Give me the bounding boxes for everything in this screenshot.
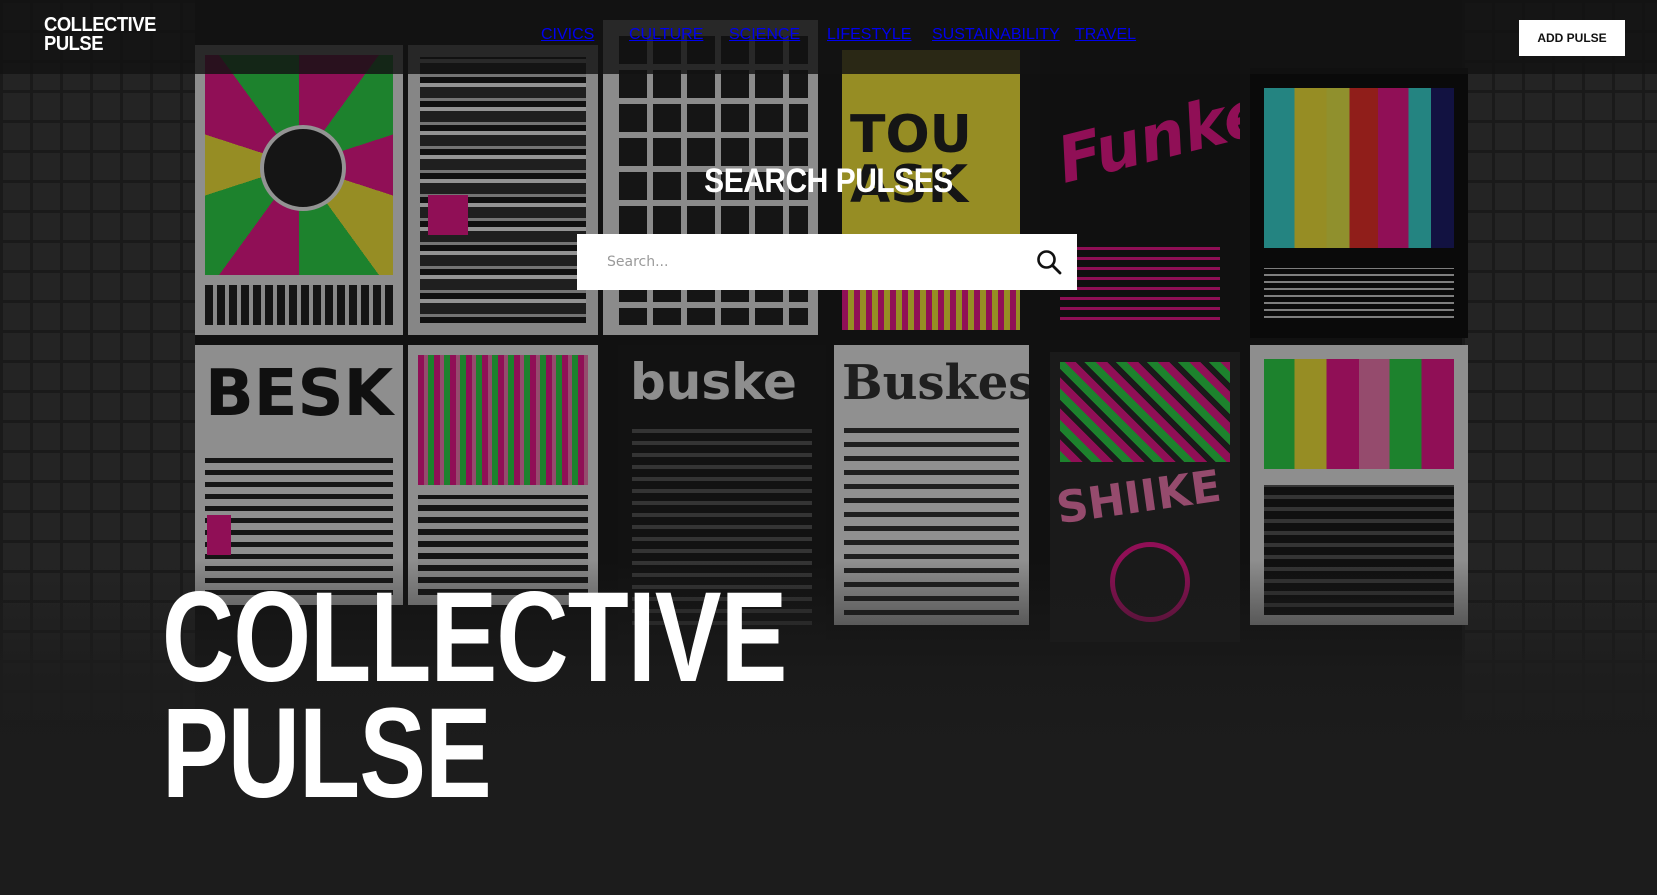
top-nav-bar: COLLECTIVE PULSE CIVICS CULTURE SCIENCE …	[0, 0, 1657, 74]
search-bar	[577, 234, 1077, 290]
hero-title-line-1: COLLECTIVE	[162, 566, 787, 709]
nav-civics[interactable]: CIVICS	[541, 26, 594, 44]
add-pulse-button[interactable]: ADD PULSE	[1519, 20, 1625, 56]
nav-sustainability[interactable]: SUSTAINABILITY	[932, 26, 1060, 44]
hero-title-line-2: PULSE	[162, 682, 492, 825]
hero-title: COLLECTIVE PULSE	[162, 566, 787, 825]
nav-lifestyle[interactable]: LIFESTYLE	[827, 26, 911, 44]
nav-travel[interactable]: TRAVEL	[1075, 26, 1136, 44]
nav-science[interactable]: SCIENCE	[729, 26, 800, 44]
nav-culture[interactable]: CULTURE	[629, 26, 703, 44]
search-icon[interactable]	[1035, 248, 1063, 276]
site-logo[interactable]: COLLECTIVE PULSE	[44, 15, 156, 55]
search-input[interactable]	[605, 241, 1029, 283]
search-heading: SEARCH PULSES	[704, 162, 953, 200]
logo-line-2: PULSE	[44, 33, 104, 55]
